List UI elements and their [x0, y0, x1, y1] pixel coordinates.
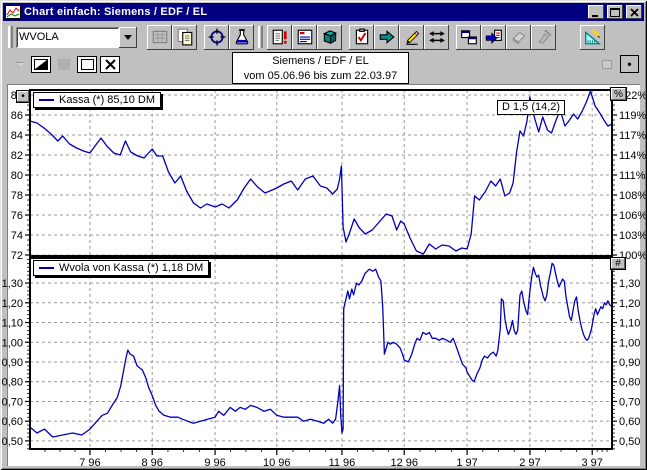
toolbar-separator	[258, 26, 263, 48]
titlebar[interactable]: Chart einfach: Siemens / EDF / EL	[3, 3, 644, 21]
combobox-dropdown-button[interactable]	[119, 27, 137, 48]
absolute-scale-button[interactable]: #	[610, 257, 626, 270]
toolbar-grip[interactable]	[8, 26, 13, 48]
gray-square-button[interactable]	[54, 56, 74, 73]
mini-dropdown-button[interactable]	[10, 56, 28, 73]
delete-x-icon	[105, 59, 116, 70]
minimize-button[interactable]	[588, 5, 604, 19]
scale-dot-button[interactable]: •	[620, 55, 639, 73]
line-sample-icon	[39, 267, 54, 269]
legend-kassa[interactable]: Kassa (*) 85,10 DM	[33, 92, 161, 108]
ruler-pencil-icon	[584, 28, 602, 46]
cube-button[interactable]	[317, 25, 342, 50]
gray-square-icon	[58, 59, 70, 70]
eraser-button[interactable]	[506, 25, 531, 50]
export-page-button[interactable]	[481, 25, 506, 50]
dropdown-arrow-icon	[15, 62, 24, 68]
scale-blank-button[interactable]	[597, 55, 617, 73]
white-square-icon	[81, 59, 94, 70]
close-button[interactable]	[626, 5, 642, 19]
swap-arrows-button[interactable]	[424, 25, 449, 50]
diagonal-fill-button[interactable]	[31, 56, 51, 73]
export-page-icon	[485, 28, 503, 46]
maximize-icon	[610, 8, 620, 17]
chart-camera-button[interactable]	[147, 25, 172, 50]
hash-icon: #	[615, 258, 621, 269]
diagonal-fill-icon	[34, 59, 48, 70]
chevron-down-icon	[124, 35, 132, 44]
tile-windows-icon	[460, 28, 478, 46]
pencil-icon	[403, 28, 421, 46]
app-chart-icon	[5, 5, 21, 19]
minimize-icon	[591, 8, 601, 17]
crosshair-target-icon	[208, 28, 226, 46]
report-exclaim-icon	[271, 28, 289, 46]
delete-style-button[interactable]	[100, 56, 120, 73]
white-square-button[interactable]	[77, 56, 97, 73]
document-lines-icon	[296, 28, 314, 46]
legend-kassa-label: Kassa (*) 85,10 DM	[59, 94, 155, 106]
pencil-button[interactable]	[399, 25, 424, 50]
clipboard-check-button[interactable]	[349, 25, 374, 50]
swap-arrows-icon	[428, 28, 446, 46]
info-daterange: vom 05.06.96 bis zum 22.03.97	[233, 69, 408, 84]
close-icon	[630, 8, 639, 17]
copy-pages-button[interactable]	[172, 25, 197, 50]
report-exclaim-button[interactable]	[267, 25, 292, 50]
brush-button[interactable]	[531, 25, 556, 50]
info-title: Siemens / EDF / EL	[233, 54, 408, 69]
line-sample-icon	[39, 99, 54, 101]
percent-icon: %	[614, 89, 623, 100]
copy-pages-icon	[176, 28, 194, 46]
percent-scale-button[interactable]: %	[610, 87, 627, 101]
brush-icon	[535, 28, 553, 46]
blank-icon	[602, 60, 612, 69]
dot-icon: •	[21, 91, 25, 102]
axis-dot-button[interactable]: •	[16, 90, 30, 103]
instrument-combobox	[16, 27, 137, 48]
crosshair-button[interactable]	[204, 25, 229, 50]
tile-windows-button[interactable]	[456, 25, 481, 50]
clipboard-check-icon	[353, 28, 371, 46]
eraser-icon	[510, 28, 528, 46]
cube-icon	[321, 28, 339, 46]
chart-camera-icon	[151, 28, 169, 46]
document-lines-button[interactable]	[292, 25, 317, 50]
window-title: Chart einfach: Siemens / EDF / EL	[24, 6, 585, 18]
flask-button[interactable]	[229, 25, 254, 50]
legend-wvola-label: Wvola von Kassa (*) 1,18 DM	[59, 262, 203, 274]
legend-wvola[interactable]: Wvola von Kassa (*) 1,18 DM	[33, 260, 209, 276]
chart-window: Chart einfach: Siemens / EDF / EL	[0, 0, 647, 470]
arrow-right-button[interactable]	[374, 25, 399, 50]
chart-info-box: Siemens / EDF / EL vom 05.06.96 bis zum …	[232, 52, 409, 84]
main-toolbar	[3, 22, 644, 52]
flask-icon	[233, 28, 251, 46]
indicator-annotation[interactable]: D 1,5 (14,2)	[497, 100, 565, 115]
dot-icon: •	[627, 57, 631, 71]
ruler-pencil-button[interactable]	[580, 25, 605, 50]
style-toolbar	[10, 56, 120, 73]
maximize-button[interactable]	[607, 5, 623, 19]
arrow-right-icon	[378, 28, 396, 46]
scale-toolbar: •	[597, 55, 639, 73]
instrument-input[interactable]	[16, 27, 119, 48]
